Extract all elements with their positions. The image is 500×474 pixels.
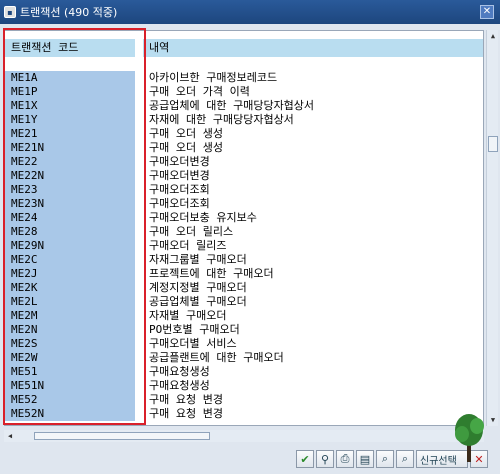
description-cell[interactable]: 공급업체별 구매오더 bbox=[143, 295, 483, 309]
description-cell[interactable]: 공급업체에 대한 구매당당자협상서 bbox=[143, 99, 483, 113]
plant-icon bbox=[455, 414, 484, 462]
table-row[interactable]: ME22 구매오더변경 bbox=[5, 155, 483, 169]
description-cell[interactable]: 구매요청생성 bbox=[143, 365, 483, 379]
transaction-code-cell[interactable]: ME21N bbox=[5, 141, 135, 155]
transaction-code-cell[interactable]: ME1P bbox=[5, 85, 135, 99]
transaction-code-cell[interactable]: ME2M bbox=[5, 309, 135, 323]
description-cell[interactable]: 구매 오더 생성 bbox=[143, 141, 483, 155]
table-row[interactable]: ME2L 공급업체별 구매오더 bbox=[5, 295, 483, 309]
table-row[interactable]: ME1X 공급업체에 대한 구매당당자협상서 bbox=[5, 99, 483, 113]
description-cell[interactable]: 계정지정별 구매오더 bbox=[143, 281, 483, 295]
table-row[interactable]: ME28 구매 오더 릴리스 bbox=[5, 225, 483, 239]
transaction-code-cell[interactable]: ME51 bbox=[5, 365, 135, 379]
transaction-code-cell[interactable]: ME23N bbox=[5, 197, 135, 211]
description-cell[interactable]: PO번호별 구매오더 bbox=[143, 323, 483, 337]
header-description[interactable]: 내역 bbox=[143, 39, 483, 57]
vertical-scroll-thumb[interactable] bbox=[488, 136, 498, 152]
header-transaction-code[interactable]: 트랜잭션 코드 bbox=[5, 39, 135, 57]
table-row[interactable]: ME21N 구매 오더 생성 bbox=[5, 141, 483, 155]
transaction-code-cell[interactable]: ME2W bbox=[5, 351, 135, 365]
transaction-code-cell[interactable]: ME24 bbox=[5, 211, 135, 225]
transaction-code-cell[interactable]: ME2J bbox=[5, 267, 135, 281]
table-row[interactable]: ME2S 구매오더별 서비스 bbox=[5, 337, 483, 351]
transaction-code-cell[interactable]: ME51N bbox=[5, 379, 135, 393]
table-row[interactable]: ME2J 프로젝트에 대한 구매오더 bbox=[5, 267, 483, 281]
transaction-code-cell[interactable]: ME2C bbox=[5, 253, 135, 267]
table-row[interactable]: ME2K 계정지정별 구매오더 bbox=[5, 281, 483, 295]
table-row[interactable]: ME24 구매오더보충 유지보수 bbox=[5, 211, 483, 225]
transaction-code-cell[interactable]: ME21 bbox=[5, 127, 135, 141]
table-row[interactable]: ME2M 자재별 구매오더 bbox=[5, 309, 483, 323]
description-cell[interactable]: 구매 요청 변경 bbox=[143, 393, 483, 407]
transaction-code-cell[interactable]: ME1X bbox=[5, 99, 135, 113]
description-cell[interactable]: 구매요청생성 bbox=[143, 379, 483, 393]
description-cell[interactable]: 공급플랜트에 대한 구매오더 bbox=[143, 351, 483, 365]
description-cell[interactable]: 자재에 대한 구매당당자협상서 bbox=[143, 113, 483, 127]
transaction-code-cell[interactable]: ME2S bbox=[5, 337, 135, 351]
description-cell[interactable]: 자재그룹별 구매오더 bbox=[143, 253, 483, 267]
table-row[interactable]: ME1A 아카이브한 구매정보레코드 bbox=[5, 71, 483, 85]
table-row[interactable]: ME2C 자재그룹별 구매오더 bbox=[5, 253, 483, 267]
transaction-code-cell[interactable]: ME52 bbox=[5, 393, 135, 407]
transaction-code-cell[interactable]: ME2L bbox=[5, 295, 135, 309]
description-cell[interactable]: 구매오더 릴리즈 bbox=[143, 239, 483, 253]
description-cell[interactable]: 구매 오더 생성 bbox=[143, 127, 483, 141]
table-row[interactable]: ME23N 구매오더조회 bbox=[5, 197, 483, 211]
scroll-up-icon[interactable]: ▲ bbox=[487, 30, 499, 42]
transaction-code-cell[interactable]: ME22N bbox=[5, 169, 135, 183]
vertical-scrollbar[interactable]: ▲ ▼ bbox=[486, 30, 498, 426]
table-row[interactable]: ME29N 구매오더 릴리즈 bbox=[5, 239, 483, 253]
description-cell[interactable]: 구매 오더 가격 이력 bbox=[143, 85, 483, 99]
description-cell[interactable]: 아카이브한 구매정보레코드 bbox=[143, 71, 483, 85]
transaction-code-cell[interactable]: ME52N bbox=[5, 407, 135, 421]
description-cell[interactable]: 구매 요청 변경 bbox=[143, 407, 483, 421]
description-cell[interactable]: 구매오더조회 bbox=[143, 197, 483, 211]
app-icon: ▪ bbox=[4, 6, 16, 18]
description-cell[interactable]: 자재별 구매오더 bbox=[143, 309, 483, 323]
find-icon[interactable]: ⌕ bbox=[376, 450, 394, 468]
print-icon[interactable]: ⎙ bbox=[336, 450, 354, 468]
save-icon[interactable]: ▤ bbox=[356, 450, 374, 468]
window-title: 트랜잭션 (490 적중) bbox=[20, 6, 118, 19]
transaction-code-cell[interactable]: ME1A bbox=[5, 71, 135, 85]
table-row[interactable]: ME1P 구매 오더 가격 이력 bbox=[5, 85, 483, 99]
table-row[interactable]: ME2W 공급플랜트에 대한 구매오더 bbox=[5, 351, 483, 365]
grid-header: 트랜잭션 코드 내역 bbox=[5, 39, 483, 57]
table-row[interactable]: ME23 구매오더조회 bbox=[5, 183, 483, 197]
description-cell[interactable]: 구매오더변경 bbox=[143, 169, 483, 183]
transaction-code-cell[interactable]: ME22 bbox=[5, 155, 135, 169]
description-cell[interactable]: 구매오더조회 bbox=[143, 183, 483, 197]
transaction-grid: 트랜잭션 코드 내역 ME1A 아카이브한 구매정보레코드 ME1P 구매 오더 가격… bbox=[4, 30, 484, 426]
find-next-icon[interactable]: ⌕ bbox=[396, 450, 414, 468]
description-cell[interactable]: 구매오더변경 bbox=[143, 155, 483, 169]
transaction-code-cell[interactable]: ME2N bbox=[5, 323, 135, 337]
transaction-code-cell[interactable]: ME23 bbox=[5, 183, 135, 197]
table-row[interactable]: ME22N 구매오더변경 bbox=[5, 169, 483, 183]
table-row[interactable]: ME1Y 자재에 대한 구매당당자협상서 bbox=[5, 113, 483, 127]
description-cell[interactable]: 구매오더별 서비스 bbox=[143, 337, 483, 351]
scroll-left-icon[interactable]: ◀ bbox=[4, 432, 16, 440]
table-row[interactable]: ME51 구매요청생성 bbox=[5, 365, 483, 379]
table-row[interactable]: ME21 구매 오더 생성 bbox=[5, 127, 483, 141]
filter-icon[interactable]: ⚲ bbox=[316, 450, 334, 468]
transaction-code-cell[interactable]: ME28 bbox=[5, 225, 135, 239]
description-cell[interactable]: 구매 오더 릴리스 bbox=[143, 225, 483, 239]
transaction-code-cell[interactable]: ME2K bbox=[5, 281, 135, 295]
horizontal-scroll-thumb[interactable] bbox=[34, 432, 210, 440]
description-cell[interactable]: 구매오더보충 유지보수 bbox=[143, 211, 483, 225]
table-row[interactable]: ME2N PO번호별 구매오더 bbox=[5, 323, 483, 337]
description-cell[interactable]: 프로젝트에 대한 구매오더 bbox=[143, 267, 483, 281]
check-icon[interactable]: ✔ bbox=[296, 450, 314, 468]
transaction-code-cell[interactable]: ME29N bbox=[5, 239, 135, 253]
table-row[interactable]: ME52 구매 요청 변경 bbox=[5, 393, 483, 407]
window-titlebar: ▪ 트랜잭션 (490 적중) ✕ bbox=[0, 0, 500, 24]
close-window-button[interactable]: ✕ bbox=[480, 5, 494, 19]
transaction-code-cell[interactable]: ME1Y bbox=[5, 113, 135, 127]
table-row[interactable]: ME52N 구매 요청 변경 bbox=[5, 407, 483, 421]
table-row[interactable]: ME51N 구매요청생성 bbox=[5, 379, 483, 393]
horizontal-scrollbar[interactable]: ◀ ▶ bbox=[4, 430, 484, 442]
